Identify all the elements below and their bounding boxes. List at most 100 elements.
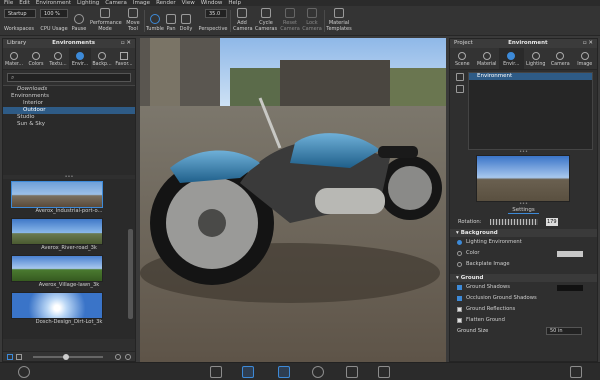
thumbnail-item[interactable]: Averox_River-road_3k xyxy=(3,218,135,252)
tab-lighting[interactable]: Lighting xyxy=(524,48,549,69)
option-label: Ground Reflections xyxy=(466,306,516,312)
thumbnail-item[interactable]: Averox_Industrial-port-o... xyxy=(3,181,135,215)
duplicate-icon[interactable] xyxy=(456,73,464,81)
background-section-header[interactable]: ▾ Background xyxy=(450,229,597,237)
performance-mode-button[interactable]: Performance Mode xyxy=(88,7,122,35)
tree-environments[interactable]: Environments xyxy=(3,93,135,100)
checkbox-icon xyxy=(457,296,462,301)
library-center-title: Environments xyxy=(52,40,95,46)
grid-view-icon[interactable] xyxy=(7,354,13,360)
environment-preview xyxy=(476,155,570,202)
library-search-input[interactable]: ⌕ xyxy=(7,73,131,82)
environment-list-item[interactable]: Environment xyxy=(469,73,592,80)
library-title: Library xyxy=(7,40,27,46)
rotation-slider[interactable] xyxy=(490,219,538,225)
radio-backplate-image[interactable]: Backplate Image xyxy=(450,259,597,270)
tab-favorites[interactable]: Favor... xyxy=(113,48,135,69)
tree-outdoor[interactable]: Outdoor xyxy=(3,107,135,114)
environment-icon xyxy=(507,52,516,60)
radio-lighting-environment[interactable]: Lighting Environment xyxy=(450,237,597,248)
history-icon[interactable] xyxy=(312,366,324,378)
material-icon xyxy=(482,52,491,60)
cloud-icon[interactable] xyxy=(18,366,30,378)
background-color-swatch[interactable] xyxy=(557,251,583,257)
tree-studio[interactable]: Studio xyxy=(3,114,135,121)
panel-controls-icon[interactable]: ▫ ✕ xyxy=(121,39,131,48)
tab-label: Envir... xyxy=(71,62,89,67)
tab-image[interactable]: Image xyxy=(573,48,598,69)
project-toggle-icon[interactable] xyxy=(278,366,290,378)
trash-icon[interactable] xyxy=(456,85,464,93)
reset-camera-button[interactable]: Reset Camera xyxy=(279,7,301,35)
material-templates-button[interactable]: Material Templates xyxy=(326,7,352,35)
settings-icon[interactable] xyxy=(125,354,131,360)
tab-colors[interactable]: Colors xyxy=(25,48,47,69)
checkbox-ground-shadows[interactable]: Ground Shadows xyxy=(450,282,597,293)
tab-label: Camera xyxy=(550,62,570,67)
pause-label: Pause xyxy=(71,26,87,32)
refresh-icon[interactable] xyxy=(115,354,121,360)
tools-icon[interactable] xyxy=(210,366,222,378)
move-tool-button[interactable]: Move Tool xyxy=(123,7,143,35)
rendered-scene-image xyxy=(140,38,446,362)
tree-sun-sky[interactable]: Sun & Sky xyxy=(3,121,135,128)
tree-downloads[interactable]: Downloads xyxy=(3,86,135,93)
dolly-icon xyxy=(181,14,191,24)
material-templates-icon xyxy=(334,8,344,18)
project-tabs: Scene Material Envir... Lighting Camera … xyxy=(450,48,597,70)
list-view-icon[interactable] xyxy=(16,354,22,360)
cycle-cameras-button[interactable]: Cycle Cameras xyxy=(253,7,279,35)
perspective-button[interactable]: Perspective xyxy=(197,7,229,35)
panel-controls-icon[interactable]: ▫ ✕ xyxy=(583,39,593,48)
workspaces-label: Workspaces xyxy=(4,26,34,32)
rotation-row: Rotation: 179 xyxy=(450,215,597,229)
thumbnail-scrollbar[interactable] xyxy=(128,229,133,319)
reset-camera-icon xyxy=(285,8,295,18)
cpu-usage-button[interactable]: CPU Usage xyxy=(38,7,70,35)
fullscreen-icon[interactable] xyxy=(570,366,582,378)
tumble-label: Tumble xyxy=(146,26,164,32)
tab-environments[interactable]: Envir... xyxy=(69,48,91,69)
tree-interior[interactable]: Interior xyxy=(3,100,135,107)
workspaces-button[interactable]: Workspaces xyxy=(2,7,36,35)
checkbox-ground-reflections[interactable]: Ground Reflections xyxy=(450,304,597,315)
thumbnail-item[interactable]: Averox_Village-lawn_3k xyxy=(3,255,135,289)
ground-size-field[interactable]: 50 in xyxy=(546,327,582,335)
cube-icon[interactable] xyxy=(346,366,358,378)
ground-section-header[interactable]: ▾ Ground xyxy=(450,274,597,282)
camera-bottom-icon[interactable] xyxy=(378,366,390,378)
project-center-title: Environment xyxy=(508,40,548,46)
thumbnail-item[interactable]: Dosch-Design_Dirt-Lot_3k xyxy=(3,292,135,326)
library-toggle-icon[interactable] xyxy=(242,366,254,378)
tab-environment[interactable]: Envir... xyxy=(499,48,524,69)
pan-button[interactable]: Pan xyxy=(164,7,178,35)
tab-material[interactable]: Material xyxy=(475,48,500,69)
settings-tab[interactable]: Settings xyxy=(450,206,597,215)
render-viewport[interactable] xyxy=(140,38,446,362)
dolly-button[interactable]: Dolly xyxy=(178,7,194,35)
rotation-field[interactable]: 179 xyxy=(546,218,558,226)
slider-handle[interactable] xyxy=(63,354,69,360)
lock-camera-button[interactable]: Lock Camera xyxy=(301,7,323,35)
tab-camera[interactable]: Camera xyxy=(548,48,573,69)
checkbox-occlusion-ground-shadows[interactable]: Occlusion Ground Shadows xyxy=(450,293,597,304)
backplates-icon xyxy=(98,52,106,60)
option-label: Occlusion Ground Shadows xyxy=(466,295,537,301)
project-panel: Project Environment ▫ ✕ Scene Material E… xyxy=(449,38,598,362)
tumble-button[interactable]: Tumble xyxy=(146,7,164,35)
star-icon xyxy=(120,52,128,60)
splitter-handle[interactable]: ••• xyxy=(450,150,597,155)
radio-color[interactable]: Color xyxy=(450,248,597,259)
environment-icon xyxy=(76,52,84,60)
tab-scene[interactable]: Scene xyxy=(450,48,475,69)
tab-textures[interactable]: Textu... xyxy=(47,48,69,69)
pause-button[interactable]: Pause xyxy=(70,7,88,35)
shadow-color-swatch[interactable] xyxy=(557,285,583,291)
checkbox-flatten-ground[interactable]: Flatten Ground xyxy=(450,315,597,326)
add-camera-button[interactable]: Add Camera xyxy=(232,7,253,35)
toolbar-divider xyxy=(324,10,325,32)
bottom-toolbar xyxy=(0,362,600,380)
cycle-cameras-icon xyxy=(261,8,271,18)
tab-materials[interactable]: Mater... xyxy=(3,48,25,69)
tab-backplates[interactable]: Backp... xyxy=(91,48,113,69)
